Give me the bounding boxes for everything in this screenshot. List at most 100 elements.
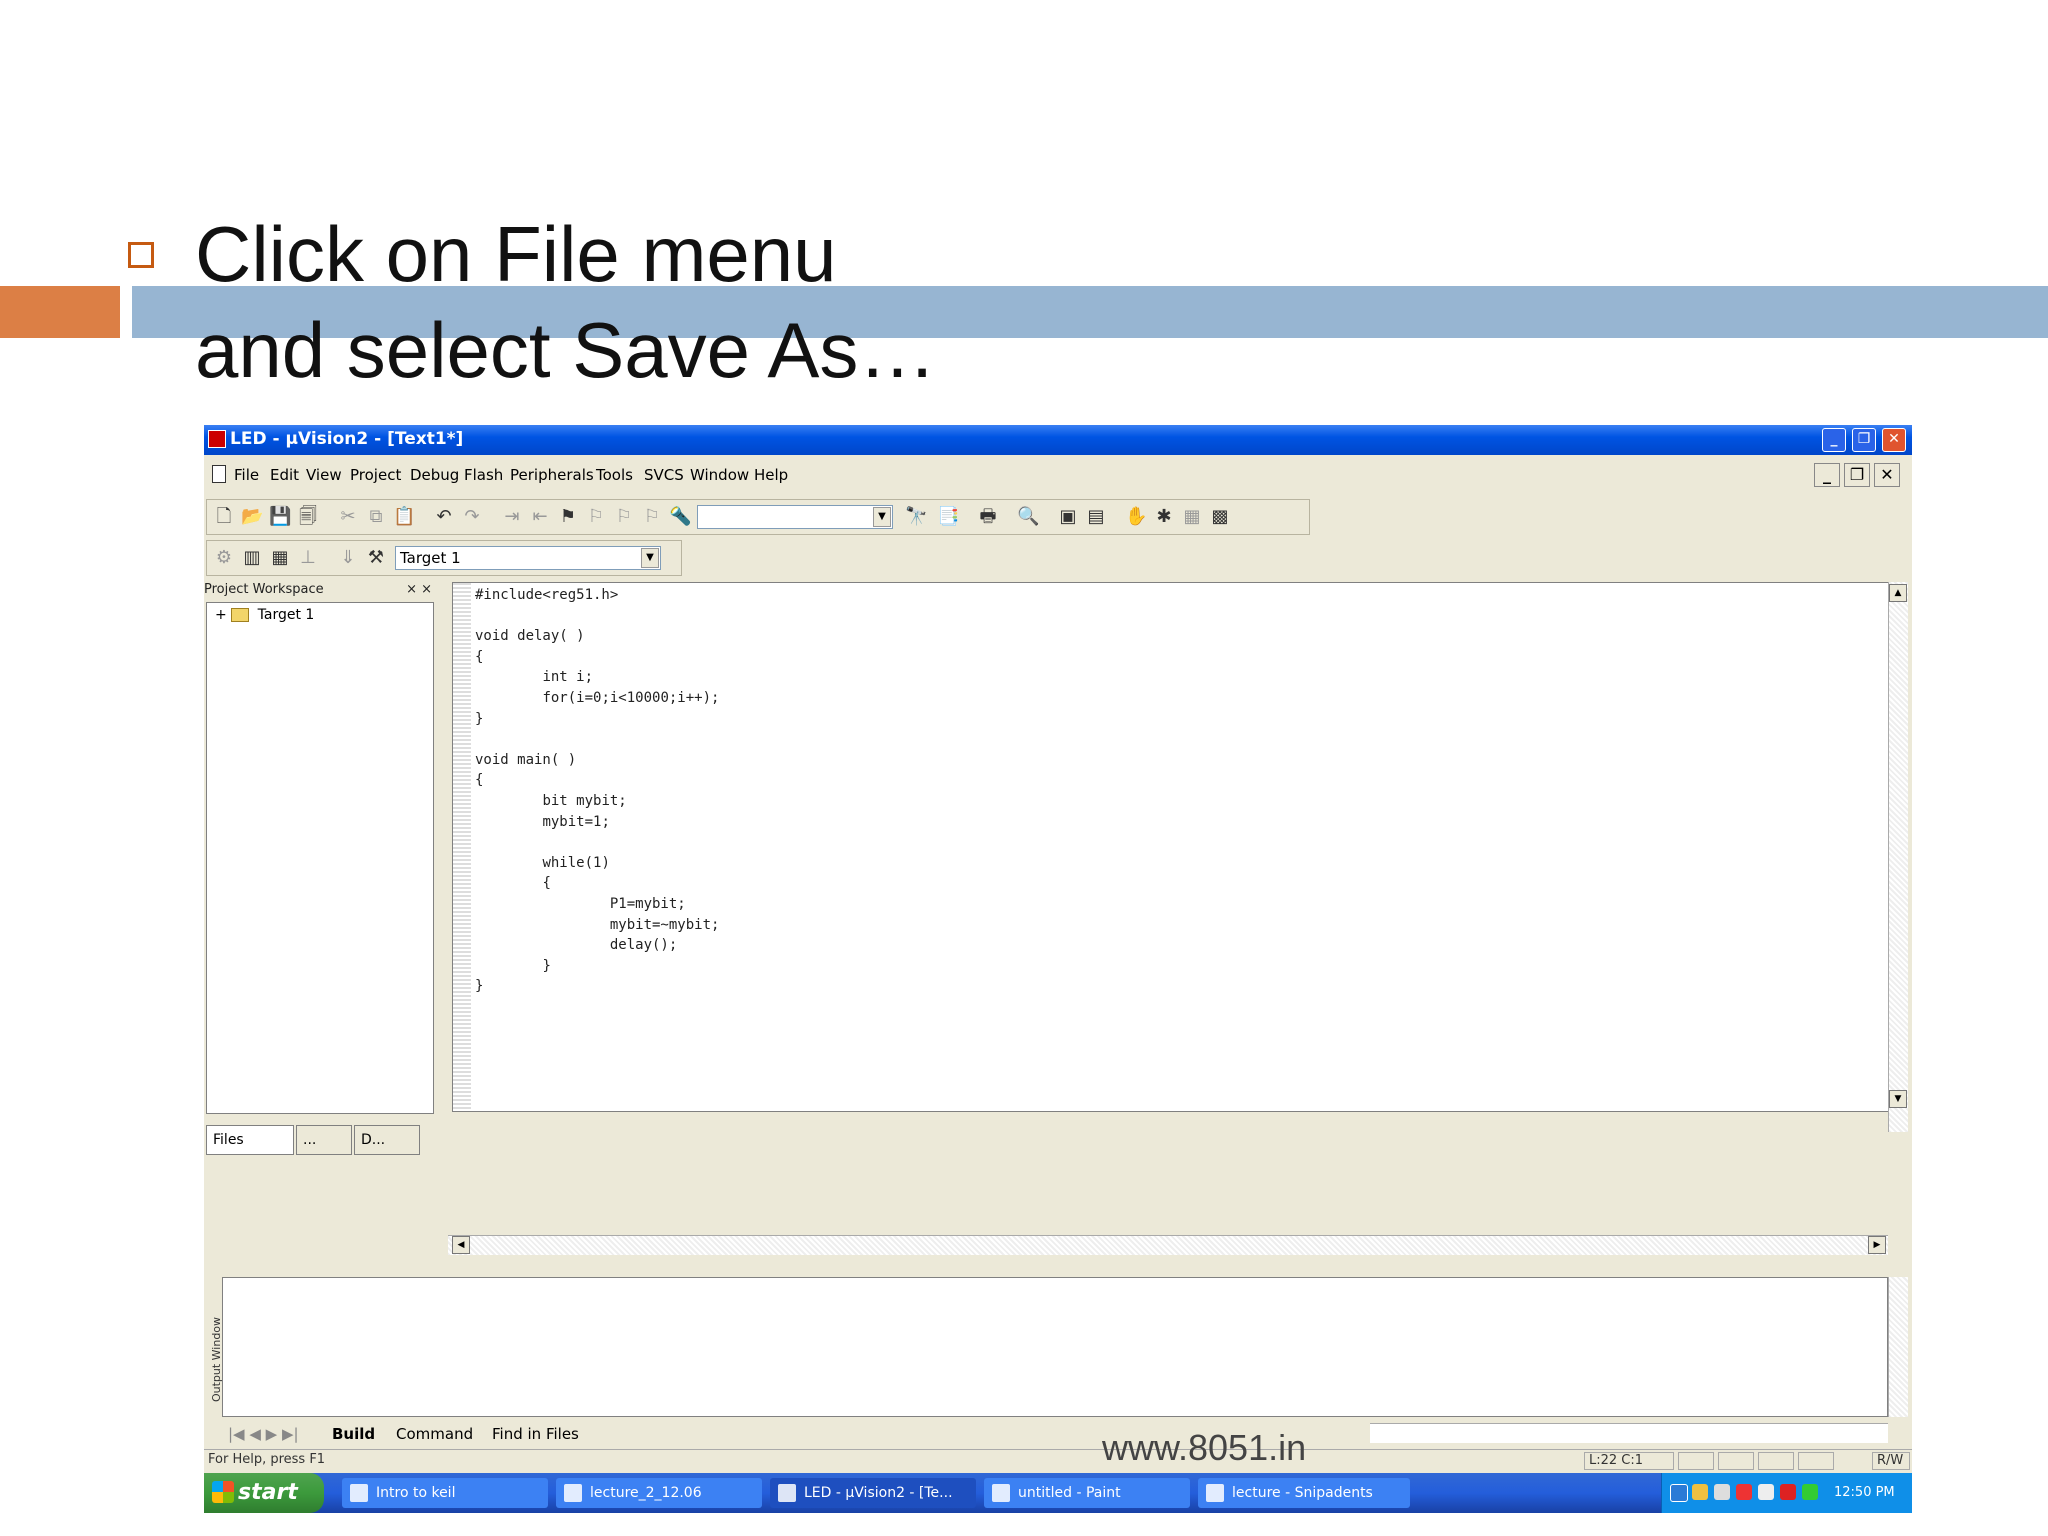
- tree-item-label: Target 1: [257, 607, 315, 623]
- taskbar-item-label: Intro to keil: [376, 1485, 456, 1501]
- unindent-icon[interactable]: ⇤: [529, 506, 551, 528]
- taskbar-item[interactable]: lecture_2_12.06: [556, 1478, 762, 1508]
- output-view-icon[interactable]: ▤: [1085, 506, 1107, 528]
- editor-horizontal-scrollbar[interactable]: ◀ ▶: [448, 1235, 1888, 1255]
- restore-button[interactable]: ❐: [1852, 428, 1876, 452]
- powerpoint-icon: [564, 1484, 582, 1502]
- disassembly-icon[interactable]: ▦: [1181, 506, 1203, 528]
- breakpoint-icon[interactable]: ✱: [1153, 506, 1175, 528]
- menu-peripherals[interactable]: Peripherals: [510, 466, 594, 484]
- tab-functions[interactable]: D...: [354, 1125, 420, 1155]
- tab-files[interactable]: Files: [206, 1125, 294, 1155]
- taskbar-item-active[interactable]: LED - µVision2 - [Te...: [770, 1478, 976, 1508]
- indent-icon[interactable]: ⇥: [501, 506, 523, 528]
- display-icon[interactable]: [1758, 1484, 1774, 1500]
- next-bookmark-icon[interactable]: ⚐: [613, 506, 635, 528]
- output-text-area[interactable]: [222, 1277, 1888, 1417]
- taskbar-item[interactable]: lecture - Snipadents: [1198, 1478, 1410, 1508]
- menu-edit[interactable]: Edit: [270, 466, 299, 484]
- taskbar-item[interactable]: Intro to keil: [342, 1478, 548, 1508]
- tree-expander-icon[interactable]: +: [215, 607, 227, 623]
- output-tab-command[interactable]: Command: [396, 1425, 473, 1443]
- start-button[interactable]: start: [204, 1473, 324, 1513]
- editor-vertical-scrollbar[interactable]: ▲ ▼: [1888, 582, 1908, 1132]
- output-vertical-scrollbar[interactable]: [1888, 1277, 1908, 1417]
- hand-icon[interactable]: ✋: [1125, 506, 1147, 528]
- memory-window-icon[interactable]: ▩: [1209, 506, 1231, 528]
- workspace-view-icon[interactable]: ▣: [1057, 506, 1079, 528]
- network-icon[interactable]: [1692, 1484, 1708, 1500]
- code-editor[interactable]: #include<reg51.h> void delay( ) { int i;…: [452, 582, 1896, 1112]
- menu-window[interactable]: Window: [690, 466, 749, 484]
- find-combo[interactable]: ▼: [697, 505, 893, 529]
- antivirus-icon[interactable]: [1736, 1484, 1752, 1500]
- build-target-icon[interactable]: ▥: [241, 547, 263, 569]
- chevron-down-icon[interactable]: ▼: [641, 548, 659, 568]
- translate-icon[interactable]: ⚙: [213, 547, 235, 569]
- menu-debug[interactable]: Debug: [410, 466, 459, 484]
- target-combo-value: Target 1: [400, 549, 461, 567]
- bookmark-icon[interactable]: ⚑: [557, 506, 579, 528]
- menu-tools[interactable]: Tools: [596, 466, 633, 484]
- editor-code[interactable]: #include<reg51.h> void delay( ) { int i;…: [475, 585, 719, 997]
- minimize-button[interactable]: _: [1822, 428, 1846, 452]
- open-file-icon[interactable]: 📂: [241, 506, 263, 528]
- output-tab-nav-icon[interactable]: |◀ ◀ ▶ ▶|: [228, 1425, 299, 1443]
- find-in-files-icon[interactable]: 🔦: [669, 506, 691, 528]
- taskbar-item[interactable]: untitled - Paint: [984, 1478, 1190, 1508]
- cut-icon[interactable]: ✂: [337, 506, 359, 528]
- wireless-icon[interactable]: [1802, 1484, 1818, 1500]
- target-combo[interactable]: Target 1 ▼: [395, 546, 661, 570]
- clear-bookmarks-icon[interactable]: ⚐: [641, 506, 663, 528]
- tray-clock: 12:50 PM: [1834, 1485, 1895, 1500]
- scroll-down-icon[interactable]: ▼: [1889, 1090, 1907, 1108]
- download-icon[interactable]: ⇓: [337, 547, 359, 569]
- new-file-icon[interactable]: 🗋: [213, 506, 235, 528]
- tree-item-target[interactable]: + Target 1: [215, 607, 314, 623]
- menu-flash[interactable]: Flash: [464, 466, 503, 484]
- tab-books[interactable]: ...: [296, 1125, 352, 1155]
- menu-project[interactable]: Project: [350, 466, 401, 484]
- stop-build-icon[interactable]: ⊥: [297, 547, 319, 569]
- paste-icon[interactable]: 📋: [393, 506, 415, 528]
- save-all-icon[interactable]: 🗐: [297, 506, 319, 528]
- rebuild-all-icon[interactable]: ▦: [269, 547, 291, 569]
- print-icon[interactable]: 🖶: [977, 506, 999, 528]
- find-icon[interactable]: 🔭: [905, 506, 927, 528]
- menu-help[interactable]: Help: [754, 466, 788, 484]
- close-button[interactable]: ✕: [1882, 428, 1906, 452]
- window-titlebar[interactable]: LED - µVision2 - [Text1*] _ ❐ ✕: [204, 425, 1912, 455]
- mdi-minimize-button[interactable]: _: [1814, 463, 1840, 487]
- uvision-app-icon: [208, 430, 226, 448]
- menu-svcs[interactable]: SVCS: [644, 466, 684, 484]
- undo-icon[interactable]: ↶: [433, 506, 455, 528]
- scroll-up-icon[interactable]: ▲: [1889, 584, 1907, 602]
- uvision-icon: [778, 1484, 796, 1502]
- source-browser-icon[interactable]: 📑: [937, 506, 959, 528]
- menu-file[interactable]: File: [234, 466, 259, 484]
- powerpoint-icon: [350, 1484, 368, 1502]
- workspace-close-icon[interactable]: × ×: [406, 582, 432, 597]
- output-tab-build[interactable]: Build: [332, 1425, 375, 1443]
- copy-icon[interactable]: ⧉: [365, 506, 387, 528]
- tray-expand-icon[interactable]: [1670, 1484, 1688, 1502]
- debug-session-icon[interactable]: 🔍: [1017, 506, 1039, 528]
- taskbar-item-label: untitled - Paint: [1018, 1485, 1121, 1501]
- output-horizontal-scrollbar[interactable]: [1370, 1423, 1888, 1443]
- security-icon[interactable]: [1780, 1484, 1796, 1500]
- target-options-icon[interactable]: ⚒: [365, 547, 387, 569]
- save-icon[interactable]: 💾: [269, 506, 291, 528]
- bullet-square-icon: [128, 242, 154, 268]
- volume-icon[interactable]: [1714, 1484, 1730, 1500]
- scroll-right-icon[interactable]: ▶: [1868, 1236, 1886, 1254]
- output-tab-find-in-files[interactable]: Find in Files: [492, 1425, 579, 1443]
- mdi-restore-button[interactable]: ❐: [1844, 463, 1870, 487]
- scroll-left-icon[interactable]: ◀: [452, 1236, 470, 1254]
- windows-logo-icon: [212, 1481, 234, 1503]
- prev-bookmark-icon[interactable]: ⚐: [585, 506, 607, 528]
- redo-icon[interactable]: ↷: [461, 506, 483, 528]
- status-cell-caps: [1678, 1452, 1714, 1470]
- mdi-close-button[interactable]: ✕: [1874, 463, 1900, 487]
- chevron-down-icon[interactable]: ▼: [873, 507, 891, 527]
- menu-view[interactable]: View: [306, 466, 342, 484]
